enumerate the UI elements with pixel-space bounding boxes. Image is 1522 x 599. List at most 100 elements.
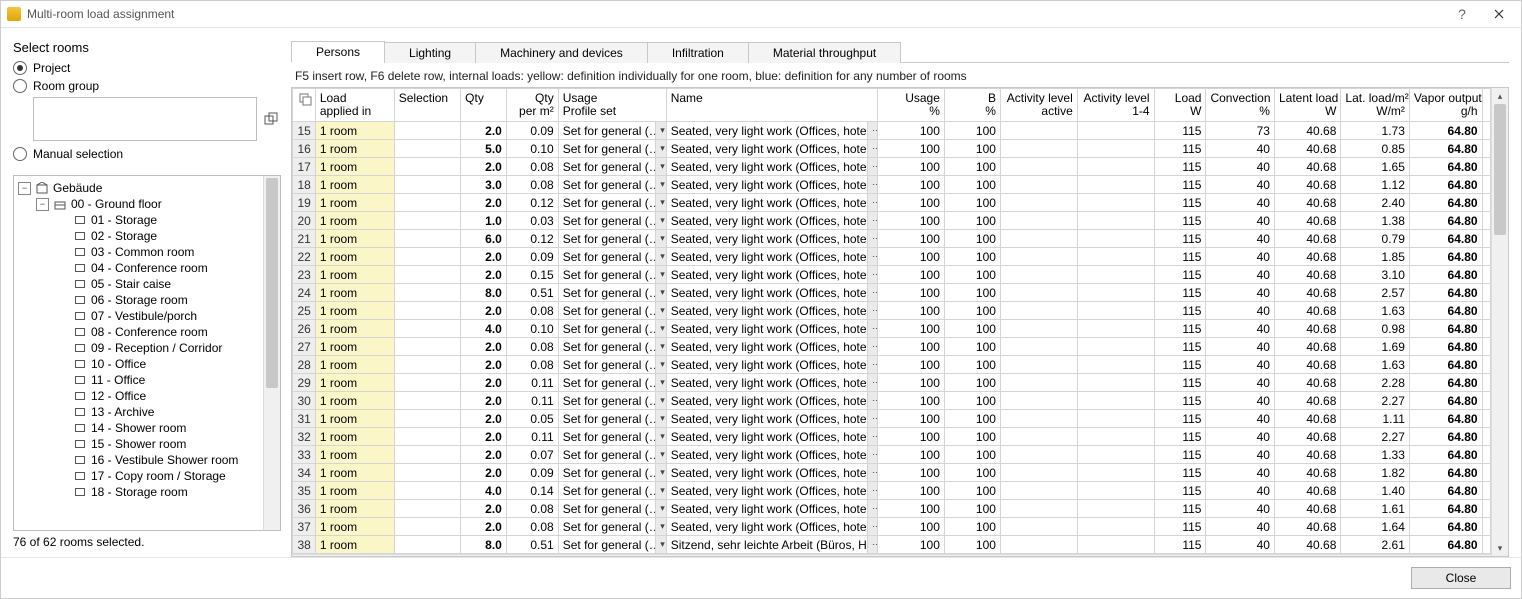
tree-room[interactable]: 12 - Office [16,388,261,404]
name-more-icon[interactable]: ⋯ [868,122,878,140]
row-number[interactable]: 38 [293,536,316,554]
table-row[interactable]: 171 room2.00.08Set for general (…▾Seated… [293,158,1491,176]
col-qty[interactable]: Qty [461,89,507,122]
cell-vapor[interactable]: 64.80 [1409,536,1482,554]
name-more-icon[interactable]: ⋯ [868,320,878,338]
cell-usage[interactable]: Set for general (… [558,284,656,302]
cell-selection[interactable] [394,194,460,212]
usage-dropdown-icon[interactable]: ▾ [656,356,666,374]
table-row[interactable]: 151 room2.00.09Set for general (…▾Seated… [293,122,1491,140]
cell-loadw[interactable]: 115 [1154,374,1206,392]
usage-dropdown-icon[interactable]: ▾ [656,266,666,284]
cell-usagep[interactable]: 100 [878,248,944,266]
usage-dropdown-icon[interactable]: ▾ [656,500,666,518]
cell-selection[interactable] [394,266,460,284]
cell-latwm2[interactable]: 1.82 [1341,464,1410,482]
tree-room[interactable]: 05 - Stair caise [16,276,261,292]
cell-activity-active[interactable] [1000,374,1077,392]
row-number[interactable]: 35 [293,482,316,500]
cell-latent[interactable]: 40.68 [1274,392,1340,410]
cell-latent[interactable]: 40.68 [1274,176,1340,194]
table-row[interactable]: 181 room3.00.08Set for general (…▾Seated… [293,176,1491,194]
tree-room[interactable]: 18 - Storage room [16,484,261,500]
cell-bp[interactable]: 100 [944,482,1000,500]
cell-applied[interactable]: 1 room [315,140,394,158]
cell-usagep[interactable]: 100 [878,266,944,284]
name-more-icon[interactable]: ⋯ [868,230,878,248]
cell-applied[interactable]: 1 room [315,518,394,536]
cell-activity-active[interactable] [1000,338,1077,356]
cell-selection[interactable] [394,464,460,482]
cell-activity-active[interactable] [1000,140,1077,158]
cell-qtym2[interactable]: 0.08 [506,176,558,194]
cell-selection[interactable] [394,158,460,176]
cell-name[interactable]: Seated, very light work (Offices, hotel… [666,194,867,212]
cell-conv[interactable]: 40 [1206,482,1275,500]
cell-activity-active[interactable] [1000,500,1077,518]
cell-usagep[interactable]: 100 [878,428,944,446]
cell-vapor[interactable]: 64.80 [1409,266,1482,284]
cell-activity-active[interactable] [1000,248,1077,266]
usage-dropdown-icon[interactable]: ▾ [656,122,666,140]
cell-conv[interactable]: 40 [1206,428,1275,446]
cell-name[interactable]: Seated, very light work (Offices, hotel… [666,374,867,392]
cell-conv[interactable]: 40 [1206,302,1275,320]
cell-loadw[interactable]: 115 [1154,536,1206,554]
name-more-icon[interactable]: ⋯ [868,536,878,554]
cell-loadw[interactable]: 115 [1154,320,1206,338]
cell-usagep[interactable]: 100 [878,338,944,356]
cell-usage[interactable]: Set for general (… [558,374,656,392]
cell-usage[interactable]: Set for general (… [558,266,656,284]
cell-applied[interactable]: 1 room [315,320,394,338]
cell-activity-14[interactable] [1077,320,1154,338]
cell-qtym2[interactable]: 0.12 [506,230,558,248]
row-number[interactable]: 29 [293,374,316,392]
cell-conv[interactable]: 40 [1206,392,1275,410]
cell-activity-active[interactable] [1000,302,1077,320]
cell-activity-14[interactable] [1077,176,1154,194]
table-row[interactable]: 361 room2.00.08Set for general (…▾Seated… [293,500,1491,518]
col-selection[interactable]: Selection [394,89,460,122]
col-applied[interactable]: Loadapplied in [315,89,394,122]
cell-usage[interactable]: Set for general (… [558,338,656,356]
cell-qty[interactable]: 2.0 [461,302,507,320]
cell-vapor[interactable]: 64.80 [1409,176,1482,194]
cell-activity-active[interactable] [1000,194,1077,212]
cell-usagep[interactable]: 100 [878,284,944,302]
cell-loadw[interactable]: 115 [1154,428,1206,446]
col-usagep[interactable]: Usage% [878,89,944,122]
cell-latent[interactable]: 40.68 [1274,500,1340,518]
cell-qty[interactable]: 2.0 [461,518,507,536]
cell-vapor[interactable]: 64.80 [1409,392,1482,410]
table-row[interactable]: 191 room2.00.12Set for general (…▾Seated… [293,194,1491,212]
cell-qty[interactable]: 1.0 [461,212,507,230]
cell-vapor[interactable]: 64.80 [1409,428,1482,446]
cell-loadw[interactable]: 115 [1154,122,1206,140]
cell-selection[interactable] [394,518,460,536]
cell-latent[interactable]: 40.68 [1274,230,1340,248]
cell-loadw[interactable]: 115 [1154,338,1206,356]
cell-vapor[interactable]: 64.80 [1409,320,1482,338]
row-number[interactable]: 31 [293,410,316,428]
cell-usage[interactable]: Set for general (… [558,536,656,554]
cell-qtym2[interactable]: 0.10 [506,320,558,338]
roomgroup-listbox[interactable] [33,97,257,141]
cell-applied[interactable]: 1 room [315,482,394,500]
row-number[interactable]: 20 [293,212,316,230]
cell-bp[interactable]: 100 [944,212,1000,230]
cell-qtym2[interactable]: 0.08 [506,158,558,176]
cell-qtym2[interactable]: 0.09 [506,122,558,140]
cell-usage[interactable]: Set for general (… [558,212,656,230]
cell-conv[interactable]: 40 [1206,284,1275,302]
col-name[interactable]: Name [666,89,878,122]
table-row[interactable]: 231 room2.00.15Set for general (…▾Seated… [293,266,1491,284]
cell-selection[interactable] [394,230,460,248]
cell-qty[interactable]: 2.0 [461,338,507,356]
cell-loadw[interactable]: 115 [1154,230,1206,248]
cell-usagep[interactable]: 100 [878,122,944,140]
cell-latent[interactable]: 40.68 [1274,140,1340,158]
radio-project[interactable]: Project [13,61,281,75]
cell-applied[interactable]: 1 room [315,536,394,554]
cell-activity-14[interactable] [1077,464,1154,482]
cell-qtym2[interactable]: 0.08 [506,356,558,374]
